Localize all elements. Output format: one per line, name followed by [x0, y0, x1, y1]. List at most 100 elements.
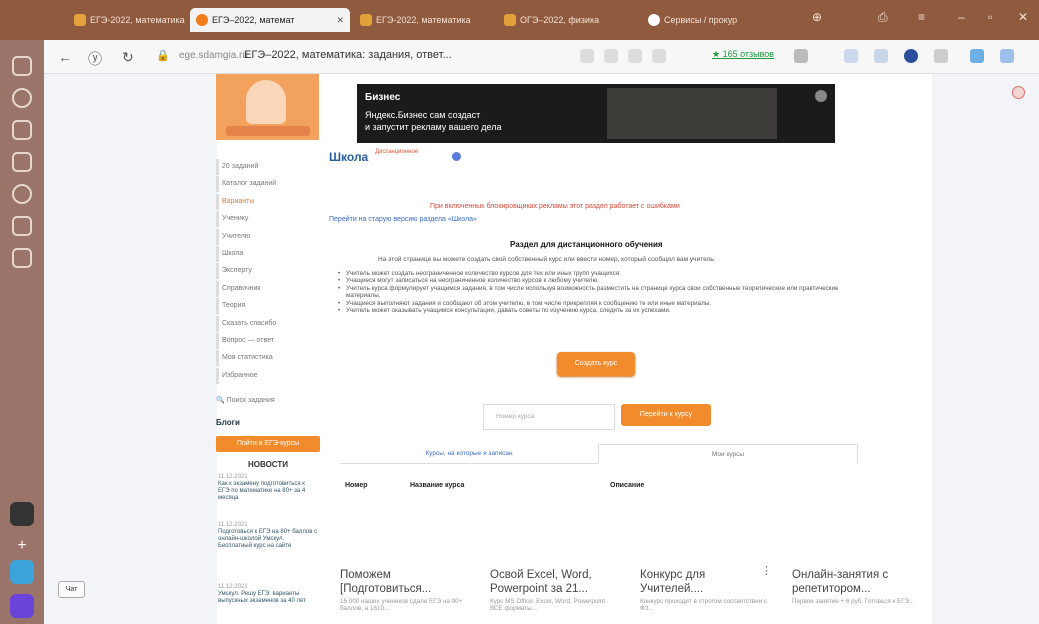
extension-icon[interactable] [904, 49, 918, 63]
messenger-icon[interactable] [10, 502, 34, 526]
clock-icon[interactable] [12, 88, 32, 108]
menu-item[interactable]: Теория [216, 298, 321, 315]
adblock-icon[interactable] [1012, 86, 1025, 99]
tab-my-courses[interactable]: Мои курсы [598, 444, 858, 464]
adblock-warning: При включенных блокировщиках рекламы это… [430, 203, 680, 210]
news-title: НОВОСТИ [247, 460, 288, 469]
url-title[interactable]: ЕГЭ–2022, математика: задания, ответ... [244, 49, 452, 61]
menu-item[interactable]: Школа [216, 245, 321, 262]
ad-card[interactable]: Конкурс для Учителей.... Конкурс проходи… [640, 565, 772, 612]
yandex-icon[interactable]: ⓨ [88, 49, 102, 69]
extension-icon[interactable] [874, 49, 888, 63]
back-icon[interactable]: ← [58, 49, 72, 65]
menu-item[interactable]: Избранное [216, 367, 321, 384]
browser-sidebar: + [0, 40, 44, 624]
minimize-icon[interactable]: – [958, 10, 965, 24]
lock-icon: 🔒 [156, 50, 170, 62]
site-icon [504, 14, 516, 26]
tab-enrolled-courses[interactable]: Курсы, на которые я записан [340, 444, 598, 464]
page-subtitle: Дистанционное [375, 149, 419, 155]
chat-button[interactable]: Чат [58, 581, 85, 598]
close-icon[interactable]: ✕ [336, 8, 344, 32]
translate-icon[interactable] [628, 49, 642, 63]
ad-card[interactable]: Поможем [Подготовиться... 15 000 наших у… [340, 568, 470, 612]
news-item[interactable]: 11.12.2021 Умскул. Решу ЕГЭ: варианты вып… [218, 584, 318, 605]
feature-list: Учитель может создать неограниченное кол… [338, 270, 858, 315]
browser-tab[interactable]: ОГЭ–2022, физика [498, 8, 638, 32]
help-icon[interactable] [452, 152, 461, 161]
protect-icon[interactable] [652, 49, 666, 63]
url-host[interactable]: ege.sdamgia.ru [179, 50, 248, 61]
home-icon[interactable] [12, 56, 32, 76]
music-icon[interactable] [10, 560, 34, 584]
list-item: Учитель может оказывать учащимся консуль… [338, 307, 858, 315]
close-window-icon[interactable]: ✕ [1018, 10, 1028, 24]
news-item[interactable]: 11.12.2021 Как к экзамену подготовиться к… [218, 474, 318, 502]
search-icon: 🔍 [216, 397, 227, 404]
files-icon[interactable] [12, 248, 32, 268]
extension-icon[interactable] [970, 49, 984, 63]
star-icon[interactable] [12, 120, 32, 140]
ad-banner[interactable]: Бизнес Яндекс.Бизнес сам создаст и запус… [357, 84, 835, 143]
menu-icon[interactable]: ≡ [918, 10, 925, 24]
column-header: Номер [345, 482, 368, 489]
menu-item[interactable]: Каталог заданий [216, 176, 321, 193]
reviews-link[interactable]: ★ 165 отзывов [712, 49, 774, 60]
web-page [44, 74, 1039, 624]
reload-icon[interactable]: ↻ [122, 49, 134, 66]
menu-item[interactable]: Ученику [216, 211, 321, 228]
reader-icon[interactable] [604, 49, 618, 63]
browser-tab-active[interactable]: ЕГЭ–2022, математ ✕ [190, 8, 350, 32]
menu-item[interactable]: Учителю [216, 228, 321, 245]
notes-icon[interactable] [12, 152, 32, 172]
bookmark-star-icon[interactable] [794, 49, 808, 63]
task-search-input[interactable]: 🔍 Поиск задания [216, 394, 320, 408]
downloads-icon[interactable] [1000, 49, 1014, 63]
blog-link[interactable]: Блоги [216, 418, 240, 427]
headphones-icon[interactable] [580, 49, 594, 63]
list-item: Учащиеся выполняют задания и сообщают об… [338, 300, 858, 308]
zen-icon[interactable] [12, 216, 32, 236]
ad-text: Яндекс.Бизнес сам создаст [365, 110, 481, 120]
news-item[interactable]: 11.12.2021 Подготовься к ЕГЭ на 80+ балло… [218, 522, 318, 550]
course-number-input[interactable]: Номер курса [483, 404, 615, 430]
courses-button[interactable]: Пойти в ЕГЭ-курсы [216, 436, 320, 452]
more-icon[interactable]: ⋮ [761, 564, 772, 577]
info-icon[interactable] [815, 90, 827, 102]
menu-item[interactable]: Моя статистика [216, 350, 321, 367]
new-tab-icon[interactable]: ⊕ [812, 10, 822, 24]
menu-item[interactable]: Сказать спасибо [216, 315, 321, 332]
site-icon [196, 14, 208, 26]
tab-label: ЕГЭ–2022, математ [212, 15, 295, 25]
promo-button[interactable] [226, 126, 310, 136]
alice-app-icon[interactable] [10, 594, 34, 618]
menu-item[interactable]: Варианты [216, 193, 321, 210]
bookmark-icon[interactable]: ⎙ [878, 10, 888, 25]
browser-tab[interactable]: ЕГЭ-2022, математика [354, 8, 494, 32]
menu-item[interactable]: Справочник [216, 280, 321, 297]
old-version-link[interactable]: Перейти на старую версию раздела «Школа» [329, 216, 477, 223]
site-icon [648, 14, 660, 26]
maximize-icon[interactable]: ▫ [988, 10, 992, 24]
tab-label: Сервисы / прокур [664, 15, 738, 25]
extension-icon[interactable] [844, 49, 858, 63]
card-title: Конкурс для Учителей.... [640, 569, 706, 595]
illustration [246, 80, 286, 124]
extension-icon[interactable] [934, 49, 948, 63]
add-icon[interactable]: + [10, 534, 34, 558]
browser-tab[interactable]: ЕГЭ-2022, математика [68, 8, 186, 32]
alice-icon[interactable] [12, 184, 32, 204]
browser-tab[interactable]: Сервисы / прокур [642, 8, 802, 32]
card-desc: Первое занятие + 6 руб. Готовься к ЕГЭ..… [792, 598, 915, 605]
ad-card[interactable]: Освой Excel, Word, Powerpoint за 21... К… [490, 568, 620, 612]
menu-item[interactable]: Эксперту [216, 263, 321, 280]
menu-item[interactable]: Вопрос — ответ [216, 332, 321, 349]
ad-card[interactable]: Онлайн-занятия с репетитором... Первое з… [792, 568, 922, 605]
create-course-button[interactable]: Создать курс [557, 352, 635, 376]
go-to-course-button[interactable]: Перейти к курсу [621, 404, 711, 426]
ad-text: и запустит рекламу вашего дела [365, 122, 502, 132]
site-icon [360, 14, 372, 26]
section-title: Раздел для дистанционного обучения [510, 240, 663, 249]
menu-item[interactable]: 20 заданий [216, 159, 321, 175]
promo-banner[interactable] [216, 74, 319, 140]
